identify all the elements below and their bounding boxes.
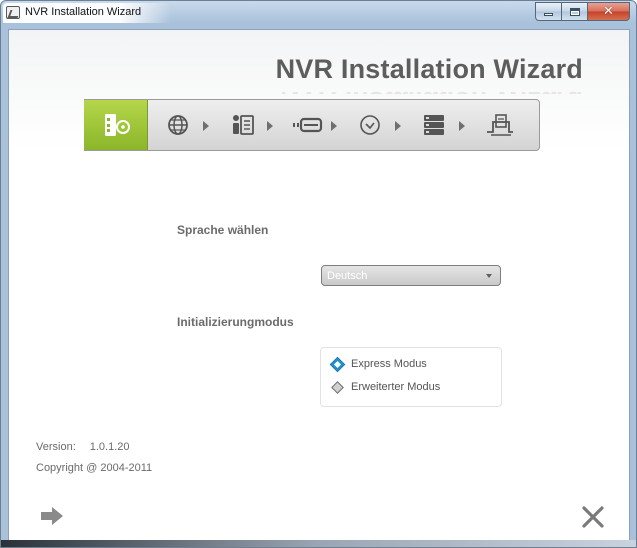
- step-2-network: [148, 100, 212, 150]
- language-label: Sprache wählen: [177, 223, 269, 237]
- server-stack-icon: [424, 115, 444, 135]
- init-mode-group: Express Modus Erweiterter Modus: [320, 347, 502, 407]
- user-document-icon: [233, 115, 254, 135]
- maximize-icon: [569, 7, 580, 16]
- radio-label: Erweiterter Modus: [351, 381, 441, 393]
- wizard-step-bar: [84, 99, 540, 151]
- copyright-text: Copyright @ 2004-2011: [36, 462, 153, 474]
- step-arrow-icon: [395, 121, 401, 131]
- minimize-icon: [544, 13, 553, 16]
- language-select-value: Deutsch: [327, 269, 368, 282]
- minimize-button[interactable]: [535, 2, 561, 21]
- window-controls: ✕: [535, 2, 630, 21]
- radio-selected-icon[interactable]: [331, 357, 344, 371]
- chevron-down-icon: [486, 274, 492, 278]
- close-window-button[interactable]: ✕: [587, 2, 630, 21]
- radio-label: Express Modus: [351, 358, 427, 370]
- close-icon: ✕: [603, 4, 614, 19]
- init-mode-label: Initializierungmodus: [177, 315, 294, 329]
- installer-window: NVR Installation Wizard ✕ NVR Installati…: [0, 0, 637, 548]
- close-icon: [582, 506, 604, 528]
- arrow-right-icon: [41, 507, 63, 525]
- language-select[interactable]: Deutsch: [321, 265, 501, 286]
- cancel-wizard-button[interactable]: [580, 504, 606, 530]
- version-info: Version: 1.0.1.20: [36, 441, 130, 453]
- step-4-storage: [276, 100, 340, 150]
- globe-icon: [168, 115, 188, 135]
- step-6-recording: [404, 100, 468, 150]
- radio-advanced-mode[interactable]: Erweiterter Modus: [331, 380, 441, 394]
- step-5-time: [340, 100, 404, 150]
- step-arrow-icon: [203, 121, 209, 131]
- step-arrow-icon: [267, 121, 273, 131]
- step-arrow-icon: [331, 121, 337, 131]
- step-1-system: [84, 100, 148, 150]
- version-label: Version:: [36, 441, 76, 453]
- window-bottom-edge: [1, 540, 636, 547]
- clock-icon: [360, 115, 380, 135]
- hard-drive-icon: [293, 117, 323, 133]
- app-icon: [6, 6, 20, 19]
- step-7-finish: [468, 100, 532, 150]
- step-3-user: [212, 100, 276, 150]
- computer-cd-icon: [104, 114, 130, 136]
- version-value: 1.0.1.20: [89, 441, 130, 453]
- wizard-client-area: NVR Installation Wizard NVR Installation…: [8, 29, 630, 542]
- next-button[interactable]: [39, 506, 65, 526]
- install-finish-icon: [487, 114, 513, 136]
- radio-express-mode[interactable]: Express Modus: [331, 357, 427, 371]
- title-bar[interactable]: NVR Installation Wizard ✕: [1, 1, 636, 29]
- brand-title-reflection: NVR Installation Wizard: [280, 80, 583, 94]
- window-title: NVR Installation Wizard: [25, 6, 142, 18]
- radio-unselected-icon[interactable]: [331, 380, 344, 394]
- step-arrow-icon: [459, 121, 465, 131]
- maximize-button[interactable]: [561, 2, 587, 21]
